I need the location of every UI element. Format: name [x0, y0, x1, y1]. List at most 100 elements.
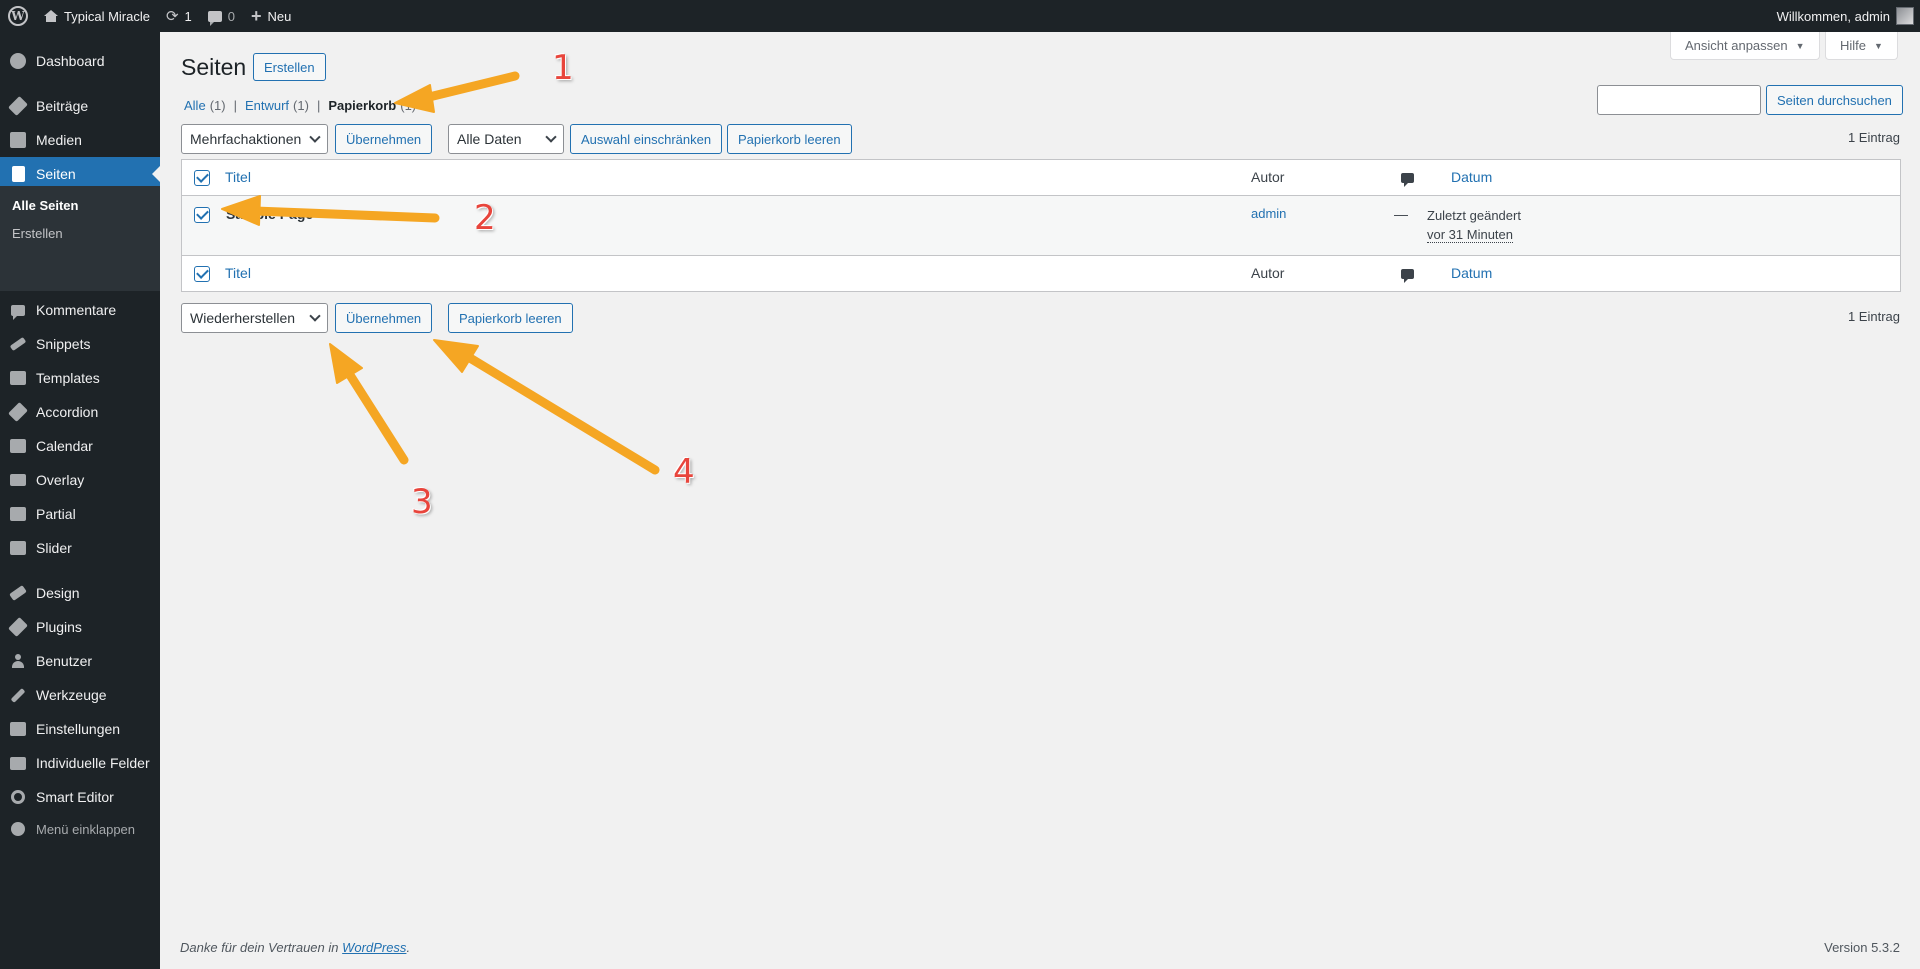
empty-trash-button-bottom[interactable]: Papierkorb leeren [448, 303, 573, 333]
sidebar-item-label: Werkzeuge [36, 687, 107, 703]
search-input[interactable] [1597, 85, 1761, 115]
filter-button[interactable]: Auswahl einschränken [570, 124, 723, 154]
view-all-link[interactable]: Alle [184, 98, 206, 113]
updates-count: 1 [184, 8, 192, 24]
comments-menu[interactable]: 0 [200, 0, 243, 32]
footer-version: Version 5.3.2 [1824, 940, 1900, 955]
view-all-count: (1) [209, 98, 226, 113]
bulk-actions-value: Wiederherstellen [190, 310, 296, 326]
home-icon [44, 10, 58, 22]
my-account-menu[interactable]: Willkommen, admin [1777, 0, 1920, 32]
search-pages-button[interactable]: Seiten durchsuchen [1766, 85, 1903, 115]
select-all-checkbox[interactable] [194, 170, 210, 186]
wordpress-link[interactable]: WordPress [342, 940, 406, 955]
updates-menu[interactable]: ⟳ 1 [158, 0, 200, 32]
sidebar-item-smart-editor[interactable]: Smart Editor [0, 780, 160, 814]
refresh-icon: ⟳ [165, 8, 179, 25]
date-filter-select[interactable]: Alle Daten [448, 124, 564, 154]
sidebar-item-plugins[interactable]: Plugins [0, 610, 160, 644]
date-column-header[interactable]: Datum [1451, 169, 1492, 185]
grid-icon [10, 507, 26, 521]
author-column-footer: Autor [1251, 265, 1285, 281]
wordpress-logo-menu[interactable]: W [0, 0, 36, 32]
view-draft-link[interactable]: Entwurf [245, 98, 289, 113]
sidebar-item-dashboard[interactable]: Dashboard [0, 44, 160, 78]
chevron-down-icon [309, 310, 321, 322]
title-column-footer[interactable]: Titel [225, 265, 251, 281]
comments-column-footer [1401, 266, 1414, 283]
date-filter-value: Alle Daten [457, 131, 522, 147]
view-draft-count: (1) [293, 98, 309, 113]
row-title[interactable]: Sample Page [226, 206, 313, 222]
screen-options-label: Ansicht anpassen [1685, 38, 1788, 53]
calendar-icon [10, 439, 26, 453]
sidebar-item-label: Beiträge [36, 98, 89, 114]
overlay-icon [10, 474, 26, 486]
caret-down-icon: ▼ [1795, 40, 1805, 51]
comments-column-header [1401, 170, 1414, 187]
sidebar-item-label: Snippets [36, 336, 91, 352]
sidebar-item-kommentare[interactable]: Kommentare [0, 293, 160, 327]
row-date-time: vor 31 Minuten [1427, 227, 1513, 243]
dashboard-icon [10, 53, 26, 69]
empty-trash-button[interactable]: Papierkorb leeren [727, 124, 852, 154]
new-label: Neu [267, 8, 292, 24]
bulk-actions-select[interactable]: Mehrfachaktionen [181, 124, 328, 154]
sidebar-item-label: Accordion [36, 404, 99, 420]
submenu-all-pages[interactable]: Alle Seiten [12, 198, 78, 213]
annotation-number-3: 3 [411, 482, 433, 522]
pages-submenu: Alle Seiten Erstellen [0, 186, 160, 291]
add-new-page-button[interactable]: Erstellen [253, 53, 326, 81]
row-checkbox[interactable] [194, 207, 210, 223]
sidebar-item-label: Partial [36, 506, 76, 522]
table-row: Sample Page admin — Zuletzt geändert vor… [182, 196, 1900, 256]
sidebar-item-benutzer[interactable]: Benutzer [0, 644, 160, 678]
table-footer-row: Titel Autor Datum [182, 256, 1900, 292]
collapse-icon [11, 822, 25, 836]
view-trash-link[interactable]: Papierkorb [328, 98, 396, 113]
sidebar-item-label: Overlay [36, 472, 85, 488]
sidebar-item-overlay[interactable]: Overlay [0, 463, 160, 497]
sidebar-item-snippets[interactable]: Snippets [0, 327, 160, 361]
apply-bulk-button[interactable]: Übernehmen [335, 124, 433, 154]
sidebar-item-einstellungen[interactable]: Einstellungen [0, 712, 160, 746]
bulk-actions-select-bottom[interactable]: Wiederherstellen [181, 303, 328, 333]
select-all-checkbox-footer[interactable] [194, 266, 210, 282]
sidebar-item-calendar[interactable]: Calendar [0, 429, 160, 463]
sidebar-item-slider[interactable]: Slider [0, 531, 160, 565]
slider-icon [10, 541, 26, 555]
sidebar-item-medien[interactable]: Medien [0, 123, 160, 157]
caret-down-icon: ▼ [1874, 40, 1883, 51]
site-name-menu[interactable]: Typical Miracle [36, 0, 158, 32]
sidebar-item-partial[interactable]: Partial [0, 497, 160, 531]
sidebar-item-design[interactable]: Design [0, 576, 160, 610]
date-column-footer[interactable]: Datum [1451, 265, 1492, 281]
sidebar-item-beitraege[interactable]: Beiträge [0, 89, 160, 123]
admin-sidebar: Dashboard Beiträge Medien Seiten Alle Se… [0, 32, 160, 969]
new-content-menu[interactable]: + Neu [243, 0, 299, 32]
comment-icon [207, 10, 222, 26]
sidebar-item-label: Individuelle Felder [36, 755, 150, 771]
help-button[interactable]: Hilfe ▼ [1825, 32, 1898, 60]
items-count-bottom: 1 Eintrag [1847, 309, 1900, 324]
screen-options-button[interactable]: Ansicht anpassen ▼ [1670, 32, 1820, 60]
pages-table: Titel Autor Datum Sample Page admin — Zu… [181, 159, 1901, 292]
apply-bulk-button-bottom[interactable]: Übernehmen [335, 303, 433, 333]
sidebar-item-werkzeuge[interactable]: Werkzeuge [0, 678, 160, 712]
sidebar-item-templates[interactable]: Templates [0, 361, 160, 395]
submenu-add-new[interactable]: Erstellen [12, 226, 63, 241]
site-name: Typical Miracle [64, 8, 150, 24]
annotation-number-1: 1 [552, 48, 574, 88]
pin-icon [8, 96, 28, 116]
sidebar-item-label: Calendar [36, 438, 93, 454]
table-header-row: Titel Autor Datum [182, 160, 1900, 196]
collapse-menu-button[interactable]: Menü einklappen [0, 814, 160, 844]
sidebar-item-individuelle-felder[interactable]: Individuelle Felder [0, 746, 160, 780]
sidebar-item-label: Einstellungen [36, 721, 121, 737]
sidebar-item-accordion[interactable]: Accordion [0, 395, 160, 429]
admin-bar: W Typical Miracle ⟳ 1 0 + Neu Willkommen… [0, 0, 1920, 32]
row-author[interactable]: admin [1251, 206, 1286, 221]
sidebar-item-label: Seiten [36, 166, 76, 182]
separator: | [233, 98, 237, 113]
title-column-header[interactable]: Titel [225, 169, 251, 185]
